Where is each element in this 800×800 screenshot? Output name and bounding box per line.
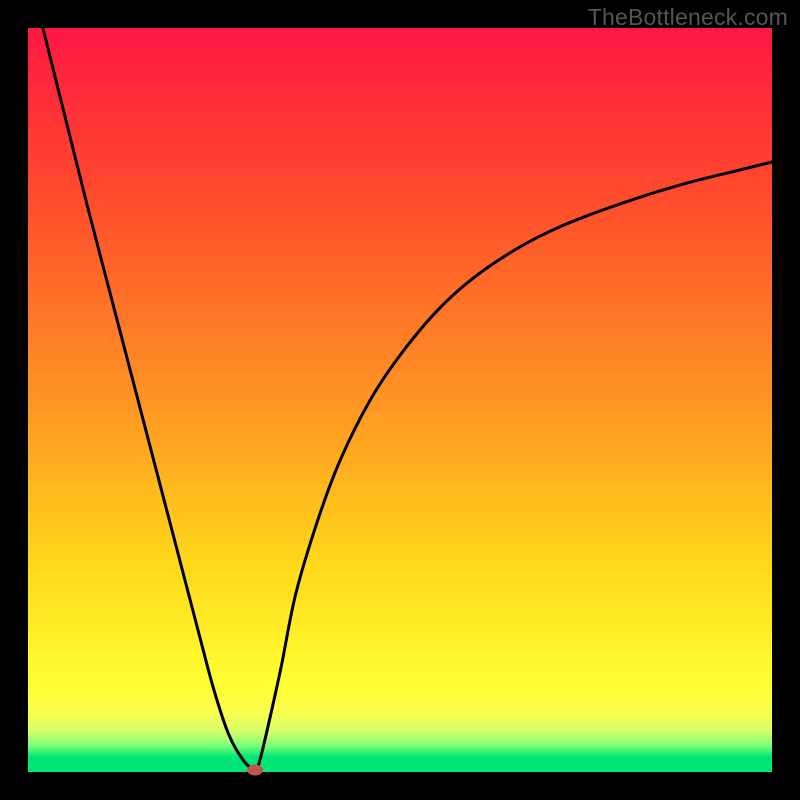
- chart-frame: TheBottleneck.com: [0, 0, 800, 800]
- minimum-marker-dot: [247, 764, 263, 775]
- plot-area: [28, 28, 772, 772]
- bottleneck-curve: [28, 28, 772, 772]
- watermark-text: TheBottleneck.com: [588, 4, 788, 31]
